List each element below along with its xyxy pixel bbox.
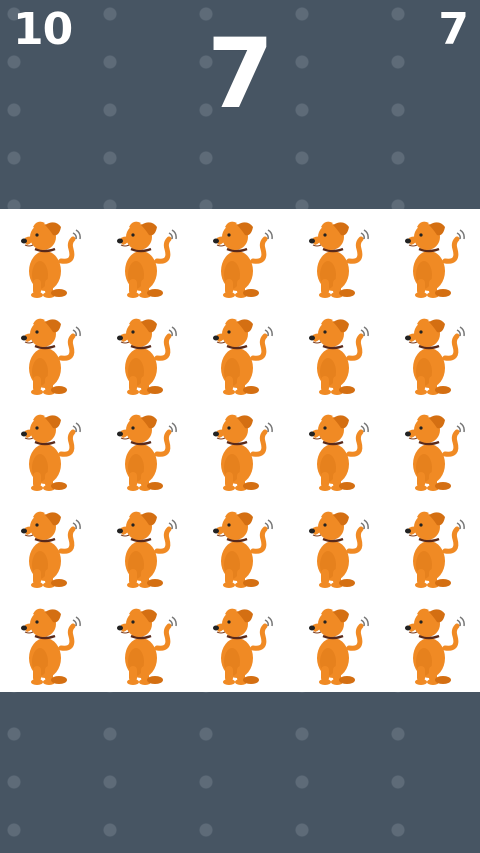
board-tile[interactable]: [0, 499, 96, 596]
game-board: [0, 209, 480, 692]
orange-dog-icon: [399, 312, 465, 396]
orange-dog-icon: [15, 215, 81, 299]
orange-dog-icon: [207, 408, 273, 492]
board-tile[interactable]: [192, 595, 288, 692]
board-tile[interactable]: [0, 306, 96, 403]
board-tile[interactable]: [384, 402, 480, 499]
orange-dog-icon: [15, 505, 81, 589]
board-tile[interactable]: [288, 209, 384, 306]
board-tile[interactable]: [192, 209, 288, 306]
orange-dog-icon: [111, 312, 177, 396]
orange-dog-icon: [111, 215, 177, 299]
hud-center-counter: 7: [207, 18, 274, 130]
orange-dog-icon: [15, 312, 81, 396]
board-tile[interactable]: [192, 499, 288, 596]
board-tile[interactable]: [288, 499, 384, 596]
orange-dog-icon: [111, 408, 177, 492]
board-tile[interactable]: [384, 595, 480, 692]
board-tile[interactable]: [96, 402, 192, 499]
orange-dog-icon: [111, 602, 177, 686]
board-tile[interactable]: [384, 209, 480, 306]
board-tile[interactable]: [192, 402, 288, 499]
orange-dog-icon: [207, 215, 273, 299]
orange-dog-icon: [15, 408, 81, 492]
board-tile[interactable]: [96, 595, 192, 692]
orange-dog-icon: [303, 602, 369, 686]
board-tile[interactable]: [96, 209, 192, 306]
board-tile[interactable]: [384, 499, 480, 596]
board-tile[interactable]: [96, 499, 192, 596]
orange-dog-icon: [399, 215, 465, 299]
board-tile[interactable]: [96, 306, 192, 403]
orange-dog-icon: [303, 215, 369, 299]
orange-dog-icon: [303, 408, 369, 492]
board-tile[interactable]: [288, 402, 384, 499]
orange-dog-icon: [207, 602, 273, 686]
orange-dog-icon: [207, 505, 273, 589]
board-tile[interactable]: [384, 306, 480, 403]
orange-dog-icon: [111, 505, 177, 589]
board-tile[interactable]: [192, 306, 288, 403]
orange-dog-icon: [399, 505, 465, 589]
board-tile[interactable]: [288, 595, 384, 692]
orange-dog-icon: [303, 312, 369, 396]
orange-dog-icon: [207, 312, 273, 396]
orange-dog-icon: [303, 505, 369, 589]
orange-dog-icon: [399, 408, 465, 492]
orange-dog-icon: [15, 602, 81, 686]
orange-dog-icon: [399, 602, 465, 686]
board-tile[interactable]: [0, 402, 96, 499]
board-tile[interactable]: [0, 209, 96, 306]
board-tile[interactable]: [288, 306, 384, 403]
board-tile[interactable]: [0, 595, 96, 692]
hud-right-counter: 7: [438, 4, 469, 55]
